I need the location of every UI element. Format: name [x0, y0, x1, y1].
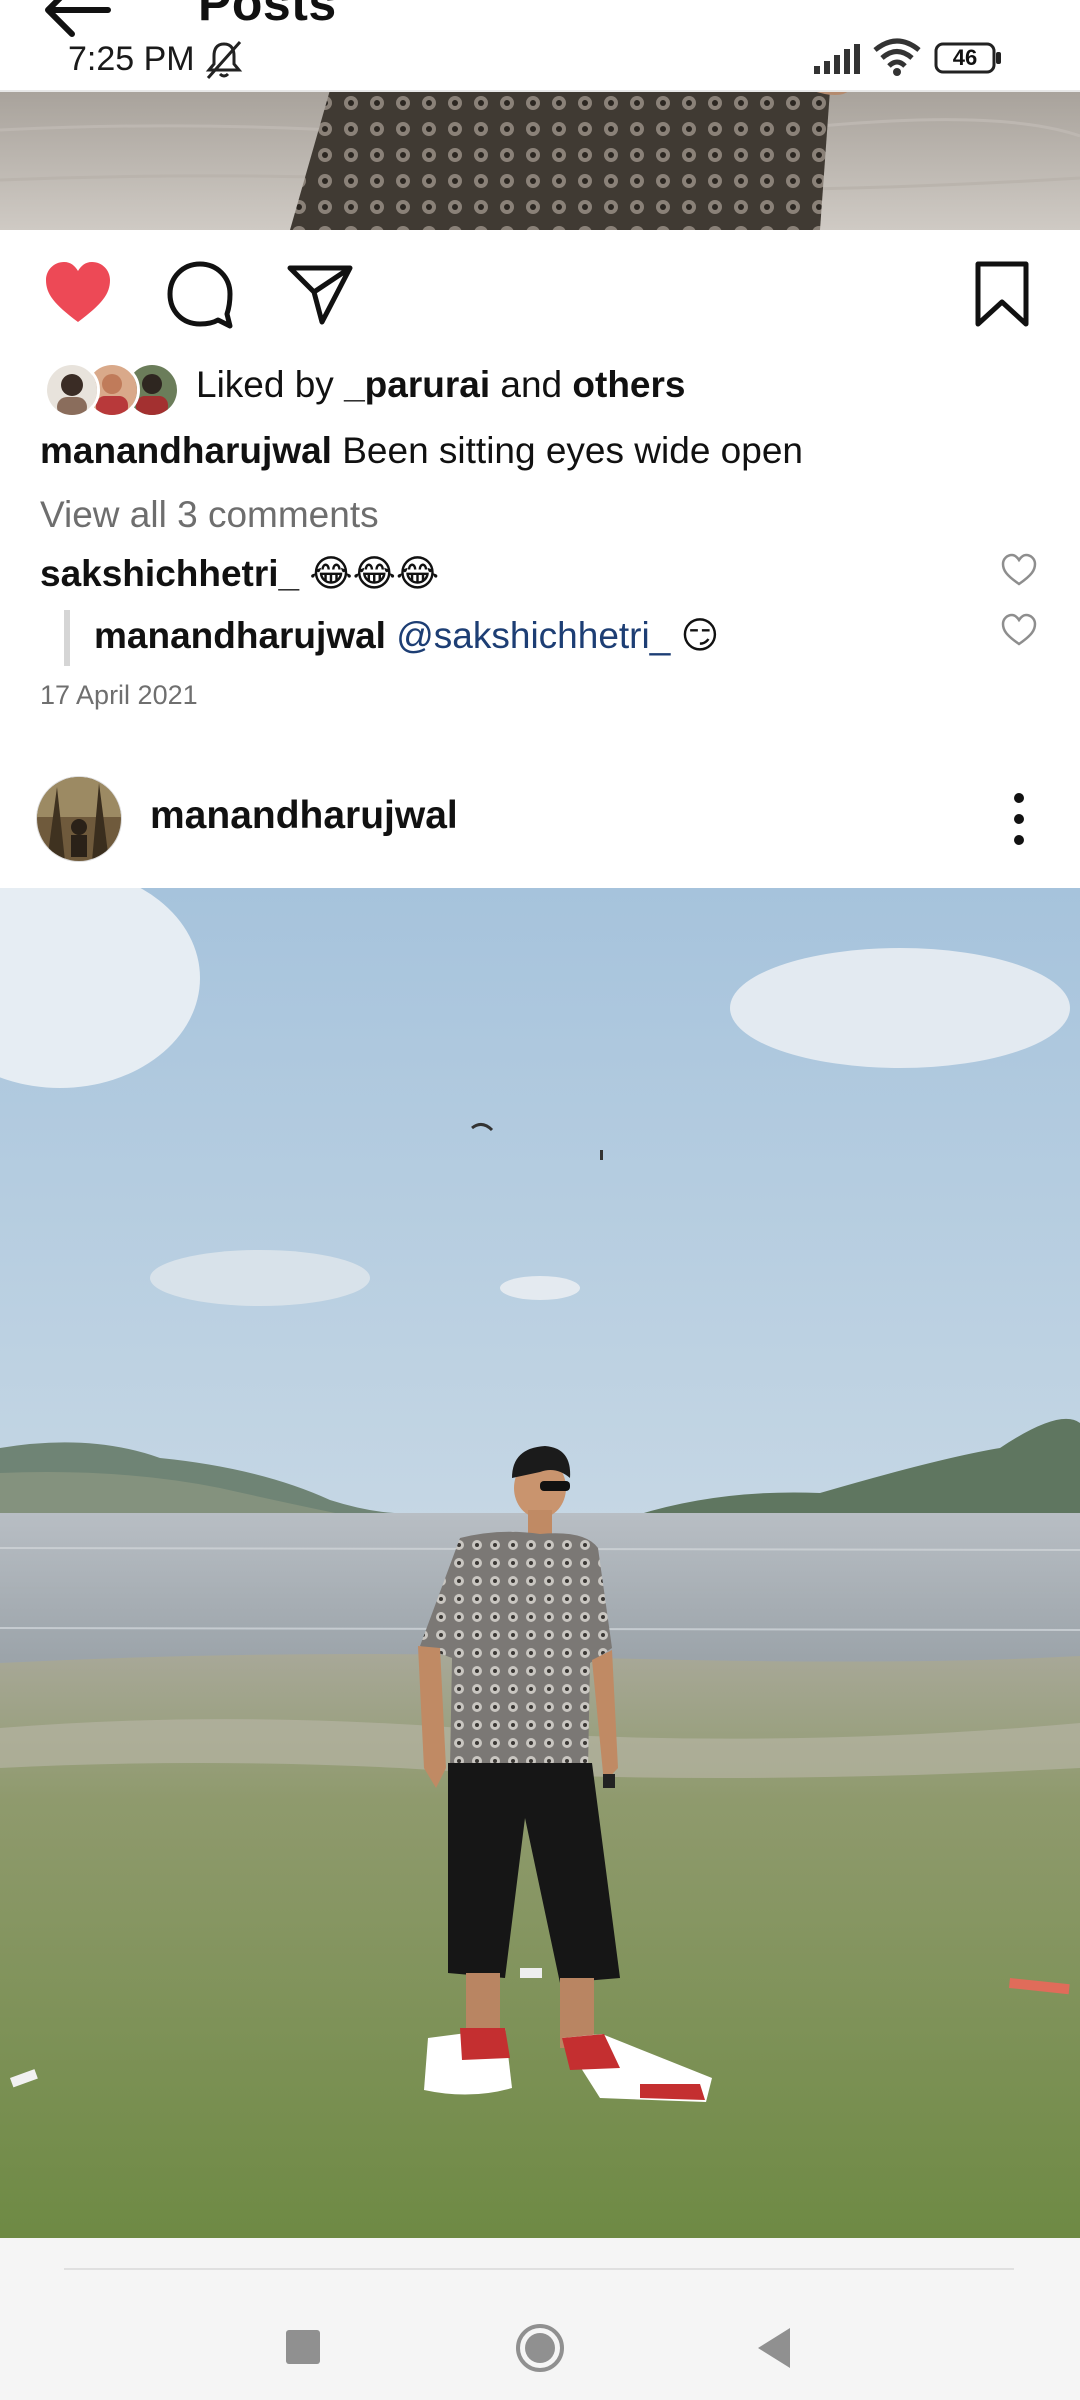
signal-icon	[814, 44, 860, 74]
app-header: Posts 7:25 PM 46	[0, 0, 1080, 92]
comment-button[interactable]	[164, 258, 236, 330]
battery-level: 46	[952, 45, 978, 70]
caption-username[interactable]: manandharujwal	[40, 430, 332, 471]
comment-like-button[interactable]	[1000, 552, 1038, 588]
bookmark-icon	[975, 261, 1029, 327]
comment-icon	[167, 261, 233, 329]
more-options-button[interactable]	[1004, 790, 1034, 848]
mute-icon	[205, 41, 243, 79]
comment-text: 😏	[670, 615, 720, 656]
system-nav-bar	[0, 2238, 1080, 2400]
liked-by-user[interactable]: _parurai	[344, 364, 490, 405]
battery-icon: 46	[934, 42, 1002, 74]
send-icon	[287, 265, 353, 325]
liked-by-text[interactable]: Liked by _parurai and others	[196, 364, 685, 406]
post-caption: manandharujwal Been sitting eyes wide op…	[40, 430, 803, 472]
save-button[interactable]	[966, 258, 1038, 330]
liked-by-avatars[interactable]	[44, 362, 180, 418]
comment-text: 😂😂😂	[299, 553, 440, 594]
liked-by-middle: and	[490, 364, 573, 405]
liked-by-prefix: Liked by	[196, 364, 345, 405]
comment: sakshichhetri_ 😂😂😂	[40, 552, 439, 595]
caption-text: Been sitting eyes wide open	[331, 430, 803, 471]
reply-indicator	[64, 610, 70, 666]
status-time: 7:25 PM	[68, 40, 195, 78]
post-username[interactable]: manandharujwal	[150, 794, 458, 838]
comment-username[interactable]: sakshichhetri_	[40, 553, 299, 594]
share-button[interactable]	[284, 258, 356, 330]
page-title: Posts	[198, 0, 337, 31]
divider	[64, 2268, 1014, 2270]
recents-button[interactable]	[286, 2330, 320, 2364]
back-button[interactable]	[40, 0, 114, 42]
avatar[interactable]	[36, 776, 122, 862]
like-button[interactable]	[42, 258, 114, 330]
liked-by-others[interactable]: others	[572, 364, 685, 405]
back-nav-button[interactable]	[754, 2326, 794, 2370]
comment-username[interactable]: manandharujwal	[94, 615, 386, 656]
avatar	[44, 362, 100, 418]
previous-post-image[interactable]	[0, 90, 1080, 230]
post-image[interactable]	[0, 888, 1080, 2238]
heart-outline-icon	[1001, 553, 1037, 586]
comment-reply: manandharujwal @sakshichhetri_ 😏	[94, 614, 719, 657]
comment-like-button[interactable]	[1000, 612, 1038, 648]
home-button[interactable]	[514, 2322, 566, 2374]
wifi-icon	[873, 38, 921, 76]
heart-outline-icon	[1001, 613, 1037, 646]
view-all-comments-link[interactable]: View all 3 comments	[40, 494, 379, 536]
post-date: 17 April 2021	[40, 680, 198, 710]
more-vertical-icon	[1014, 793, 1024, 845]
heart-filled-icon	[46, 262, 110, 322]
arrow-left-icon	[45, 0, 111, 37]
comment-mention[interactable]: @sakshichhetri_	[386, 615, 670, 656]
